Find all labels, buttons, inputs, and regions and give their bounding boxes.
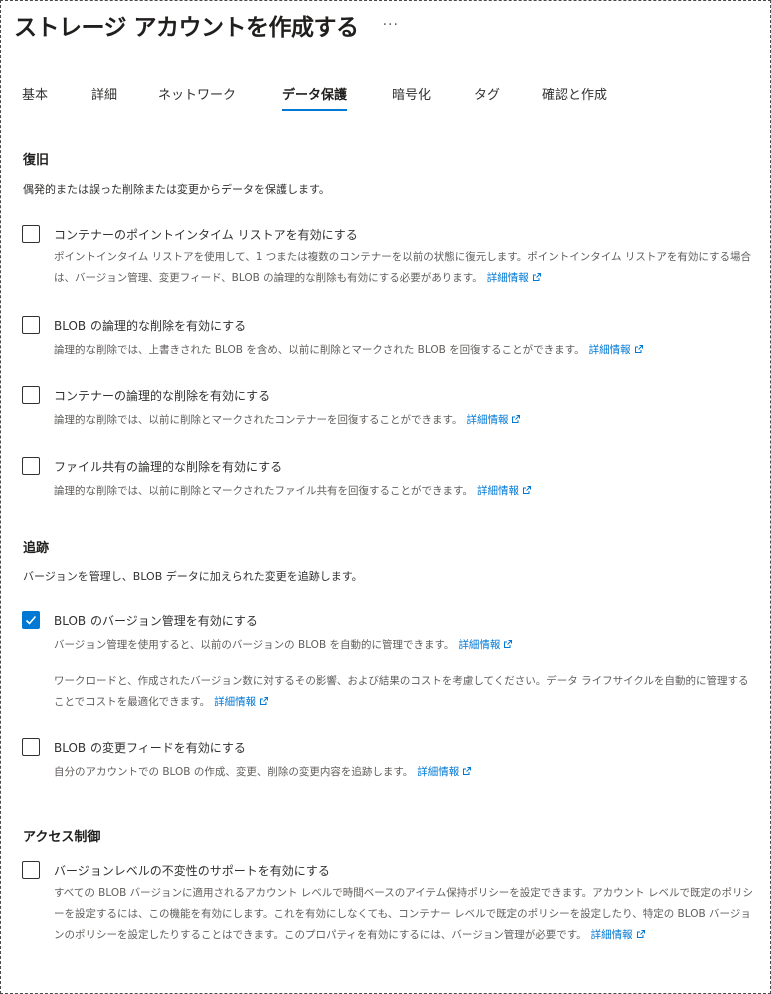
option-label: コンテナーの論理的な削除を有効にする — [54, 389, 271, 403]
section-desc-tracking: バージョンを管理し、BLOB データに加えられた変更を追跡します。 — [23, 570, 363, 583]
checkbox-container-soft-delete[interactable] — [22, 386, 40, 404]
tab-review-create[interactable]: 確認と作成 — [542, 84, 607, 111]
option-description: 自分のアカウントでの BLOB の作成、変更、削除の変更内容を追跡します。 詳細情… — [54, 762, 753, 783]
tab-data-protection[interactable]: データ保護 — [282, 84, 348, 111]
tab-basics[interactable]: 基本 — [22, 84, 48, 111]
option-label: バージョンレベルの不変性のサポートを有効にする — [54, 864, 330, 878]
learn-more-link[interactable]: 詳細情報 — [417, 766, 472, 778]
learn-more-link[interactable]: 詳細情報 — [214, 696, 269, 708]
option-description: バージョン管理を使用すると、以前のバージョンの BLOB を自動的に管理できます… — [54, 635, 753, 656]
learn-more-link[interactable]: 詳細情報 — [466, 414, 521, 426]
checkmark-icon — [25, 615, 37, 625]
learn-more-link[interactable]: 詳細情報 — [487, 272, 542, 284]
checkbox-blob-change-feed[interactable] — [22, 738, 40, 756]
tab-networking[interactable]: ネットワーク — [158, 84, 236, 111]
checkbox-point-in-time-restore[interactable] — [22, 225, 40, 243]
option-description: 論理的な削除では、以前に削除とマークされたファイル共有を回復することができます。… — [54, 481, 753, 502]
section-title-recovery: 復旧 — [23, 153, 50, 168]
section-desc-recovery: 偶発的または誤った削除または変更からデータを保護します。 — [23, 183, 330, 196]
tab-encryption[interactable]: 暗号化 — [392, 84, 431, 111]
option-description: 論理的な削除では、上書きされた BLOB を含め、以前に削除とマークされた BL… — [54, 340, 753, 361]
page-title: ストレージ アカウントを作成する — [14, 15, 359, 41]
external-link-icon — [636, 930, 645, 938]
learn-more-link[interactable]: 詳細情報 — [458, 639, 513, 651]
checkbox-file-share-soft-delete[interactable] — [22, 457, 40, 475]
section-title-tracking: 追跡 — [23, 541, 50, 556]
external-link-icon — [532, 273, 541, 281]
external-link-icon — [504, 640, 513, 648]
option-label: BLOB の論理的な削除を有効にする — [54, 319, 247, 333]
page-header: ストレージ アカウントを作成する ··· — [14, 8, 399, 42]
external-link-icon — [522, 486, 531, 494]
option-label: コンテナーのポイントインタイム リストアを有効にする — [54, 228, 358, 242]
section-title-access-control: アクセス制御 — [23, 830, 101, 845]
external-link-icon — [260, 697, 269, 705]
option-label: BLOB の変更フィードを有効にする — [54, 741, 246, 755]
option-label: ファイル共有の論理的な削除を有効にする — [54, 460, 283, 474]
option-description: すべての BLOB バージョンに適用されるアカウント レベルで時間ベースのアイテ… — [54, 887, 754, 941]
option-label: BLOB のバージョン管理を有効にする — [54, 614, 258, 628]
learn-more-link[interactable]: 詳細情報 — [591, 929, 646, 941]
tab-tags[interactable]: タグ — [474, 84, 500, 111]
external-link-icon — [512, 415, 521, 423]
checkbox-blob-versioning[interactable] — [22, 611, 40, 629]
external-link-icon — [463, 767, 472, 775]
option-description-secondary: ワークロードと、作成されたバージョン数に対するその影響、および結果のコストを考慮… — [54, 675, 749, 708]
external-link-icon — [634, 345, 643, 353]
checkbox-version-immutability[interactable] — [22, 861, 40, 879]
learn-more-link[interactable]: 詳細情報 — [589, 344, 644, 356]
checkbox-blob-soft-delete[interactable] — [22, 316, 40, 334]
more-options-icon[interactable]: ··· — [383, 17, 399, 33]
learn-more-link[interactable]: 詳細情報 — [477, 485, 532, 497]
option-description: ポイントインタイム リストアを使用して、1 つまたは複数のコンテナーを以前の状態… — [54, 251, 751, 284]
tab-advanced[interactable]: 詳細 — [91, 84, 117, 111]
option-description: 論理的な削除では、以前に削除とマークされたコンテナーを回復することができます。詳… — [54, 410, 753, 431]
